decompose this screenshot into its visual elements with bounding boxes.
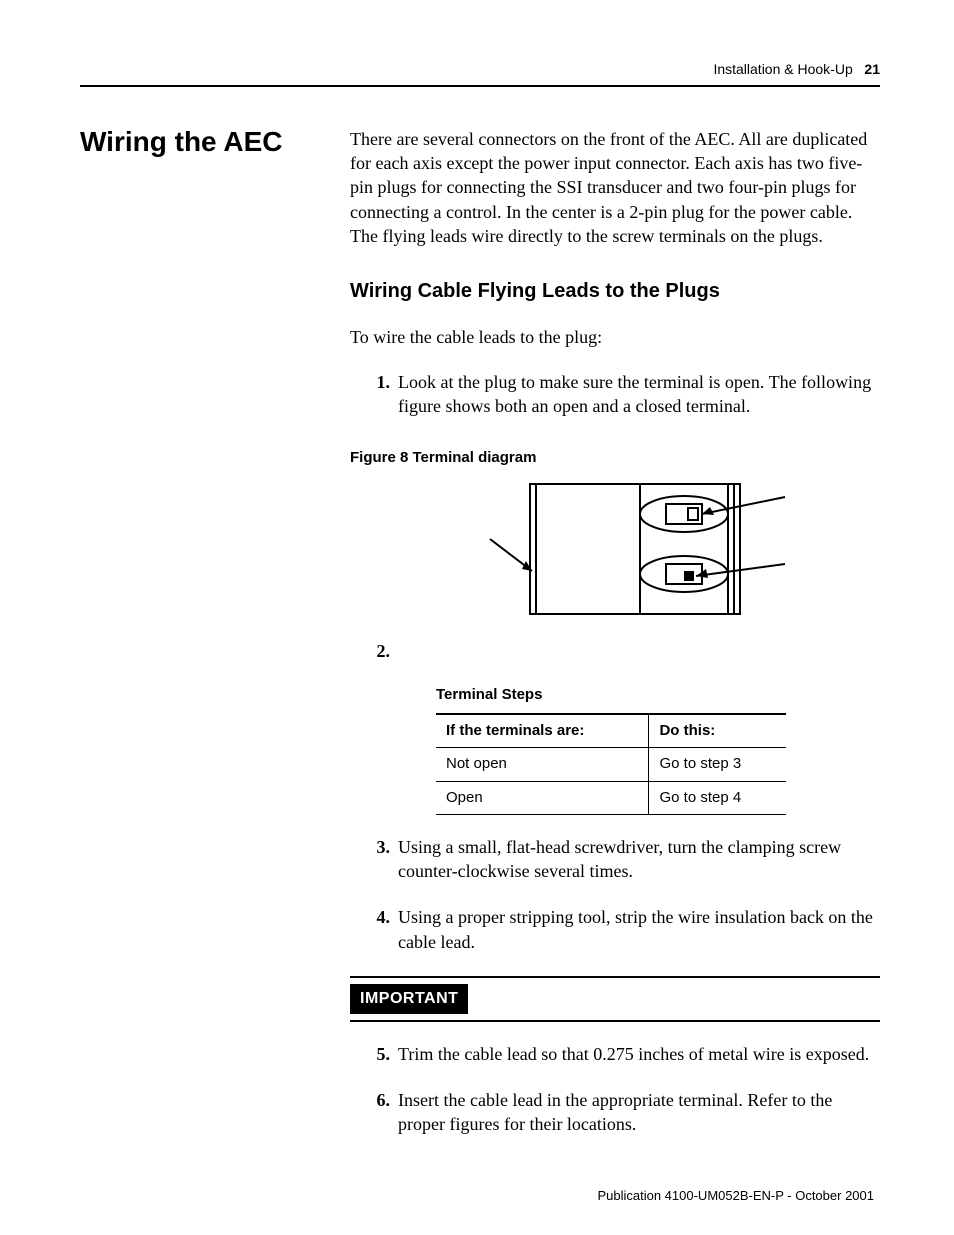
- table-cell: Go to step 3: [649, 748, 786, 781]
- table-header-col1: If the terminals are:: [436, 714, 649, 748]
- terminal-diagram-figure: [470, 479, 800, 619]
- table-row: Not open Go to step 3: [436, 748, 786, 781]
- header-page-number: 21: [864, 61, 880, 77]
- step-4: 4. Using a proper stripping tool, strip …: [350, 905, 880, 954]
- figure-caption: Figure 8 Terminal diagram: [350, 448, 880, 468]
- step-list: 1. Look at the plug to make sure the ter…: [350, 370, 880, 419]
- header-section: Installation & Hook-Up: [713, 61, 852, 77]
- important-callout: IMPORTANT: [350, 976, 880, 1022]
- step-list-continued-2: 2.: [350, 639, 880, 663]
- running-header: Installation & Hook-Up 21: [80, 60, 880, 87]
- step-text: Using a small, flat-head screwdriver, tu…: [398, 835, 880, 884]
- table-cell: Not open: [436, 748, 649, 781]
- step-3: 3. Using a small, flat-head screwdriver,…: [350, 835, 880, 884]
- two-column-layout: Wiring the AEC There are several connect…: [80, 127, 880, 1159]
- step-text: Using a proper stripping tool, strip the…: [398, 905, 880, 954]
- table-header-col2: Do this:: [649, 714, 786, 748]
- publication-footer: Publication 4100-UM052B-EN-P - October 2…: [597, 1187, 874, 1205]
- step-number: 6.: [350, 1088, 398, 1137]
- terminal-steps-table: If the terminals are: Do this: Not open …: [436, 713, 786, 815]
- step-text: Look at the plug to make sure the termin…: [398, 370, 880, 419]
- step-number: 2.: [350, 639, 398, 663]
- table-cell: Open: [436, 781, 649, 814]
- page-content: Installation & Hook-Up 21 Wiring the AEC…: [80, 60, 880, 1158]
- step-2: 2.: [350, 639, 880, 663]
- step-6: 6. Insert the cable lead in the appropri…: [350, 1088, 880, 1137]
- main-column: There are several connectors on the fron…: [350, 127, 880, 1159]
- table-title: Terminal Steps: [436, 685, 880, 705]
- step-list-continued-56: 5. Trim the cable lead so that 0.275 inc…: [350, 1042, 880, 1137]
- step-text: [398, 639, 880, 663]
- terminal-steps-table-wrap: Terminal Steps If the terminals are: Do …: [436, 685, 880, 815]
- intro-paragraph: There are several connectors on the fron…: [350, 127, 880, 248]
- side-column: Wiring the AEC: [80, 127, 350, 158]
- step-5: 5. Trim the cable lead so that 0.275 inc…: [350, 1042, 880, 1066]
- lead-in-text: To wire the cable leads to the plug:: [350, 325, 880, 349]
- step-1: 1. Look at the plug to make sure the ter…: [350, 370, 880, 419]
- step-number: 5.: [350, 1042, 398, 1066]
- table-cell: Go to step 4: [649, 781, 786, 814]
- step-number: 3.: [350, 835, 398, 884]
- table-row: Open Go to step 4: [436, 781, 786, 814]
- step-list-continued-34: 3. Using a small, flat-head screwdriver,…: [350, 835, 880, 954]
- step-text: Insert the cable lead in the appropriate…: [398, 1088, 880, 1137]
- step-number: 1.: [350, 370, 398, 419]
- section-heading: Wiring the AEC: [80, 127, 350, 158]
- subheading: Wiring Cable Flying Leads to the Plugs: [350, 278, 880, 305]
- important-label: IMPORTANT: [350, 984, 468, 1014]
- step-number: 4.: [350, 905, 398, 954]
- step-text: Trim the cable lead so that 0.275 inches…: [398, 1042, 880, 1066]
- table-header-row: If the terminals are: Do this:: [436, 714, 786, 748]
